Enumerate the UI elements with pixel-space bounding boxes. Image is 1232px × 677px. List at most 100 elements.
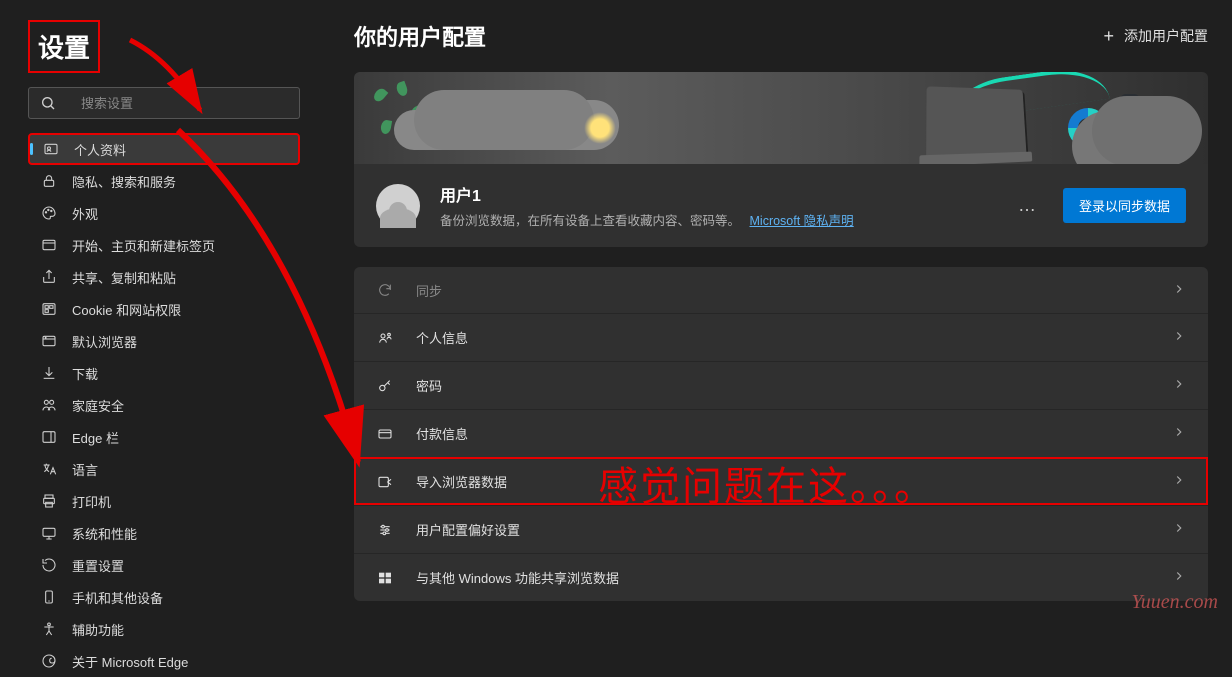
settings-title: 设置: [28, 20, 100, 73]
signin-button[interactable]: 登录以同步数据: [1063, 188, 1186, 223]
cookie-icon: [40, 300, 58, 318]
sync-icon: [376, 281, 394, 299]
window-icon: [40, 236, 58, 254]
profile-card: 用户1 备份浏览数据，在所有设备上查看收藏内容、密码等。 Microsoft 隐…: [354, 164, 1208, 247]
nav-item-label: 辅助功能: [72, 620, 124, 639]
setting-row-4[interactable]: 导入浏览器数据: [354, 457, 1208, 505]
nav-item-7[interactable]: 下载: [28, 357, 300, 389]
setting-row-0: 同步: [354, 267, 1208, 313]
browser-icon: [40, 332, 58, 350]
nav-item-label: 个人资料: [74, 140, 126, 159]
chevron-right-icon: [1172, 569, 1186, 586]
nav-item-12[interactable]: 系统和性能: [28, 517, 300, 549]
preferences-icon: [376, 521, 394, 539]
printer-icon: [40, 492, 58, 510]
privacy-link[interactable]: Microsoft 隐私声明: [750, 214, 854, 228]
profile-description: 备份浏览数据，在所有设备上查看收藏内容、密码等。 Microsoft 隐私声明: [440, 210, 1008, 229]
chevron-right-icon: [1172, 521, 1186, 538]
settings-sidebar: 设置 个人资料隐私、搜索和服务外观开始、主页和新建标签页共享、复制和粘贴 Cook…: [0, 0, 330, 648]
avatar: [376, 184, 420, 228]
setting-row-6[interactable]: 与其他 Windows 功能共享浏览数据: [354, 553, 1208, 601]
profile-settings-list: 同步个人信息密码付款信息导入浏览器数据用户配置偏好设置与其他 Windows 功…: [354, 267, 1208, 601]
personal-info-icon: [376, 329, 394, 347]
search-icon: [39, 94, 57, 112]
nav-item-1[interactable]: 隐私、搜索和服务: [28, 165, 300, 197]
nav-item-13[interactable]: 重置设置: [28, 549, 300, 581]
nav-item-5[interactable]: Cookie 和网站权限: [28, 293, 300, 325]
nav-item-label: 重置设置: [72, 556, 124, 575]
profile-banner: [354, 72, 1208, 164]
setting-row-label: 用户配置偏好设置: [416, 520, 520, 539]
share-icon: [40, 268, 58, 286]
nav-item-label: 隐私、搜索和服务: [72, 172, 176, 191]
setting-row-label: 个人信息: [416, 328, 468, 347]
nav-item-label: 下载: [72, 364, 98, 383]
nav-item-14[interactable]: 手机和其他设备: [28, 581, 300, 613]
windows-icon: [376, 569, 394, 587]
import-icon: [376, 473, 394, 491]
header-row: 你的用户配置 + 添加用户配置: [354, 20, 1208, 52]
nav-item-9[interactable]: Edge 栏: [28, 421, 300, 453]
sidebar-icon: [40, 428, 58, 446]
page-title: 你的用户配置: [354, 20, 486, 52]
palette-icon: [40, 204, 58, 222]
download-icon: [40, 364, 58, 382]
setting-row-5[interactable]: 用户配置偏好设置: [354, 505, 1208, 553]
nav-item-11[interactable]: 打印机: [28, 485, 300, 517]
setting-row-1[interactable]: 个人信息: [354, 313, 1208, 361]
nav-item-3[interactable]: 开始、主页和新建标签页: [28, 229, 300, 261]
setting-row-label: 同步: [416, 281, 442, 300]
nav-item-label: Edge 栏: [72, 428, 119, 447]
search-settings-input[interactable]: [81, 96, 289, 111]
nav-item-10[interactable]: 语言: [28, 453, 300, 485]
add-profile-label: 添加用户配置: [1124, 26, 1208, 46]
chevron-right-icon: [1172, 329, 1186, 346]
chevron-right-icon: [1172, 425, 1186, 442]
chevron-right-icon: [1172, 282, 1186, 299]
card-icon: [376, 425, 394, 443]
person-card-icon: [42, 140, 60, 158]
nav-item-6[interactable]: 默认浏览器: [28, 325, 300, 357]
watermark: Yuuen.com: [1132, 591, 1218, 614]
more-button[interactable]: …: [1008, 191, 1047, 220]
search-settings-box[interactable]: [28, 87, 300, 119]
setting-row-label: 付款信息: [416, 424, 468, 443]
profile-name: 用户1: [440, 182, 1008, 206]
key-icon: [376, 377, 394, 395]
nav-item-label: 家庭安全: [72, 396, 124, 415]
setting-row-label: 与其他 Windows 功能共享浏览数据: [416, 568, 619, 587]
nav-item-4[interactable]: 共享、复制和粘贴: [28, 261, 300, 293]
plus-icon: +: [1103, 26, 1114, 47]
phone-icon: [40, 588, 58, 606]
edge-icon: [40, 652, 58, 670]
nav-item-label: 系统和性能: [72, 524, 137, 543]
nav-item-label: 手机和其他设备: [72, 588, 163, 607]
nav-item-16[interactable]: 关于 Microsoft Edge: [28, 645, 300, 677]
nav-item-label: 打印机: [72, 492, 111, 511]
setting-row-label: 密码: [416, 376, 442, 395]
accessibility-icon: [40, 620, 58, 638]
family-icon: [40, 396, 58, 414]
main-content: 你的用户配置 + 添加用户配置 用户1 备份浏览数据，在所有设备上查看收藏内容、…: [330, 0, 1232, 648]
chevron-right-icon: [1172, 473, 1186, 490]
setting-row-label: 导入浏览器数据: [416, 472, 507, 491]
performance-icon: [40, 524, 58, 542]
settings-nav: 个人资料隐私、搜索和服务外观开始、主页和新建标签页共享、复制和粘贴 Cookie …: [28, 133, 310, 677]
setting-row-2[interactable]: 密码: [354, 361, 1208, 409]
language-icon: [40, 460, 58, 478]
nav-item-label: 关于 Microsoft Edge: [72, 652, 188, 671]
nav-item-label: 开始、主页和新建标签页: [72, 236, 215, 255]
nav-item-label: 语言: [72, 460, 98, 479]
nav-item-label: 默认浏览器: [72, 332, 137, 351]
nav-item-15[interactable]: 辅助功能: [28, 613, 300, 645]
nav-item-label: 外观: [72, 204, 98, 223]
nav-item-label: Cookie 和网站权限: [72, 300, 181, 319]
setting-row-3[interactable]: 付款信息: [354, 409, 1208, 457]
add-profile-button[interactable]: + 添加用户配置: [1103, 26, 1208, 47]
nav-item-8[interactable]: 家庭安全: [28, 389, 300, 421]
nav-item-2[interactable]: 外观: [28, 197, 300, 229]
reset-icon: [40, 556, 58, 574]
nav-item-0[interactable]: 个人资料: [28, 133, 300, 165]
lock-icon: [40, 172, 58, 190]
nav-item-label: 共享、复制和粘贴: [72, 268, 176, 287]
